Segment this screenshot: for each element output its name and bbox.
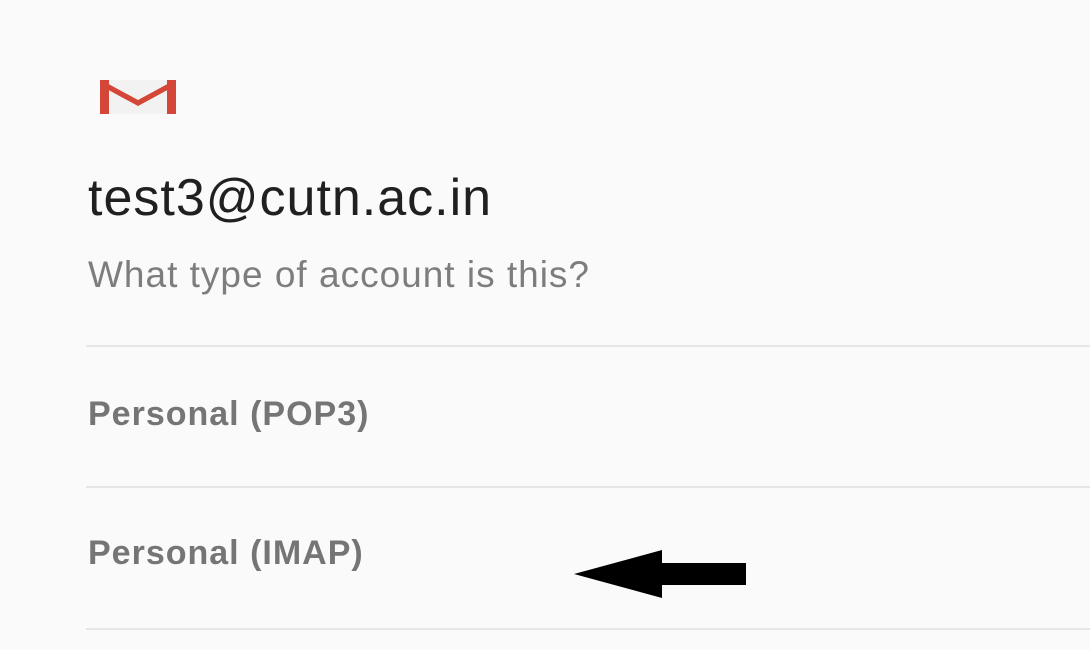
account-email: test3@cutn.ac.in	[88, 169, 493, 227]
option-label: Personal (IMAP)	[88, 534, 364, 572]
option-personal-pop3[interactable]: Personal (POP3)	[86, 347, 1090, 477]
gmail-icon	[100, 80, 176, 114]
option-label: Personal (POP3)	[88, 395, 370, 433]
account-type-question: What type of account is this?	[88, 254, 591, 295]
left-arrow-icon	[574, 550, 746, 598]
account-type-screen: test3@cutn.ac.in What type of account is…	[0, 0, 1090, 650]
divider	[86, 628, 1090, 630]
